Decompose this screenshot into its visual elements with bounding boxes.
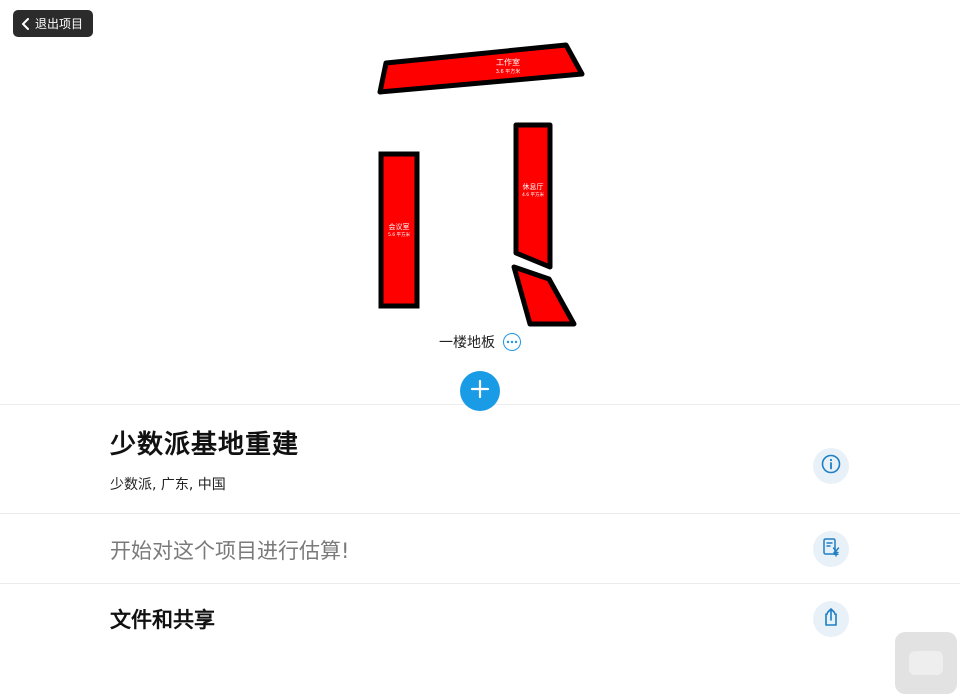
room-area: 5.6 平方米: [388, 231, 411, 238]
project-info-button[interactable]: [813, 448, 849, 484]
room-name: 工作室: [496, 57, 520, 67]
share-icon: [820, 606, 842, 632]
ellipsis-circle-icon[interactable]: [503, 333, 521, 351]
room-name: 会议室: [389, 222, 410, 231]
assistive-touch-button[interactable]: [895, 632, 957, 694]
project-location: 少数派, 广东, 中国: [110, 477, 226, 493]
share-button[interactable]: [813, 601, 849, 637]
room-small[interactable]: [511, 264, 577, 327]
project-title: 少数派基地重建: [110, 430, 300, 460]
section-divider: [0, 513, 960, 514]
invoice-yen-icon: [820, 536, 842, 562]
app-screen: 退出项目 工作室 3.6 平方米 会议室 5.6 平方米 休息厅 4.6 平方米…: [0, 0, 960, 699]
plus-icon: [469, 378, 491, 404]
estimate-button[interactable]: [813, 531, 849, 567]
room-meeting[interactable]: 会议室 5.6 平方米: [378, 151, 420, 309]
assistive-touch-inner: [909, 651, 943, 675]
files-and-sharing-link[interactable]: 文件和共享: [110, 604, 215, 634]
room-area: 3.6 平方米: [496, 68, 521, 75]
floor-plan-canvas: 工作室 3.6 平方米 会议室 5.6 平方米 休息厅 4.6 平方米: [377, 42, 585, 327]
section-divider: [0, 583, 960, 584]
room-lounge[interactable]: 休息厅 4.6 平方米: [513, 122, 553, 270]
floor-label: 一楼地板: [439, 335, 495, 351]
start-estimate-link[interactable]: 开始对这个项目进行估算!: [110, 535, 349, 565]
info-circle-icon: [820, 453, 842, 479]
room-workshop[interactable]: 工作室 3.6 平方米: [377, 42, 585, 95]
floor-selector: 一楼地板: [0, 330, 960, 354]
room-area: 4.6 平方米: [522, 191, 545, 198]
room-name: 休息厅: [523, 182, 544, 191]
add-floor-button[interactable]: [460, 371, 500, 411]
